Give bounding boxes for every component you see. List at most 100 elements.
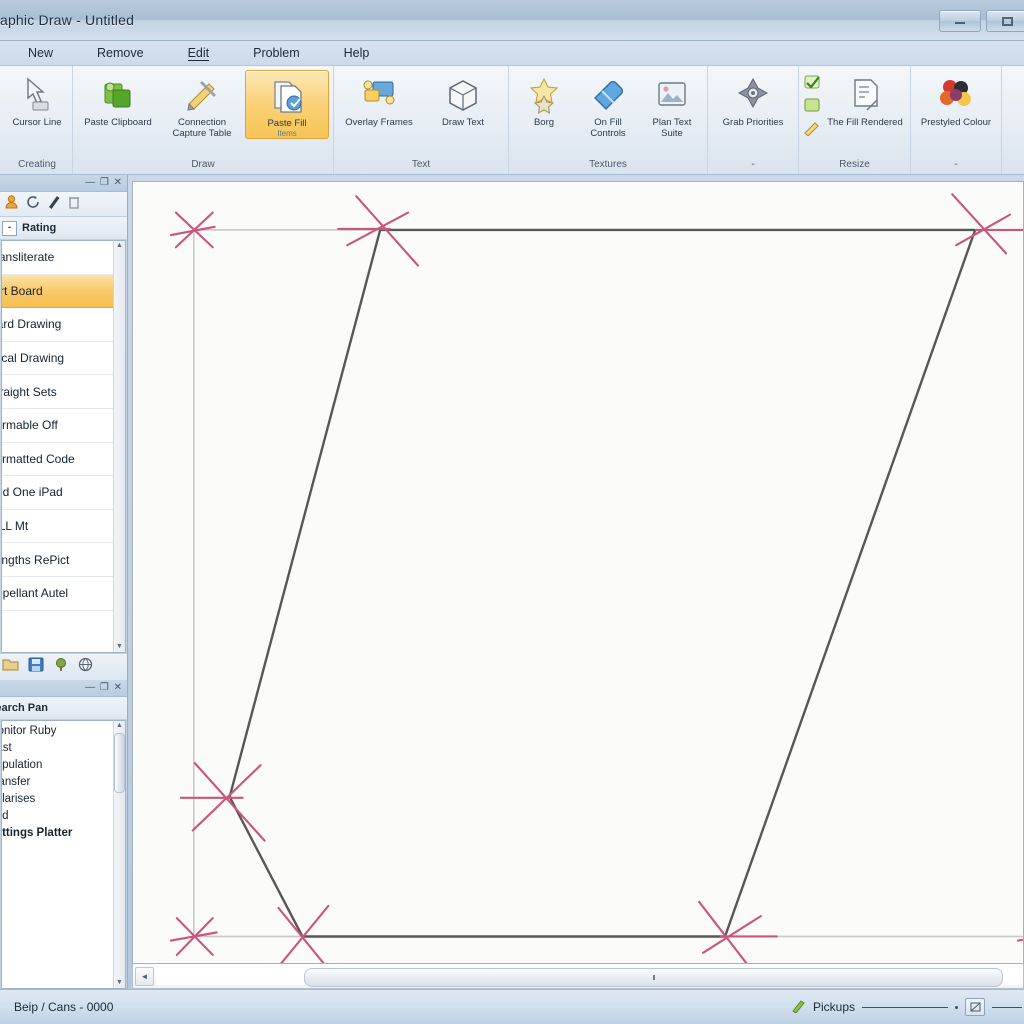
maximize-button[interactable]: [986, 10, 1024, 32]
tree-icon[interactable]: [53, 657, 69, 677]
ribbon-button-label: Paste Fill: [267, 118, 307, 129]
ribbon-button-overlay-frames[interactable]: Overlay Frames: [338, 70, 420, 128]
zoom-secondary-track[interactable]: [992, 1006, 1022, 1008]
list-item[interactable]: Formable Off: [2, 409, 125, 443]
ribbon-button-borg[interactable]: Borg: [513, 70, 575, 128]
zoom-slider-handle[interactable]: [955, 1005, 958, 1009]
user-orange-icon[interactable]: [4, 194, 19, 214]
geometry-polygon: [228, 228, 977, 938]
ribbon-group-textures: Borg On Fill Controls Plan Text Suite Te…: [509, 66, 708, 174]
ribbon-button-grab-priorities[interactable]: Grab Priorities: [712, 70, 794, 128]
pen-green-icon[interactable]: [791, 998, 806, 1016]
list-item[interactable]: Transfer: [2, 774, 125, 791]
scroll-down-arrow[interactable]: ▼: [116, 642, 123, 652]
ribbon-button-cursor-line[interactable]: Cursor Line: [6, 70, 68, 128]
minimize-button[interactable]: [939, 10, 981, 32]
properties-list[interactable]: Transliterate Girt Board Hard Drawing Lo…: [1, 240, 126, 653]
ribbon-group-label: Text: [411, 159, 431, 170]
list-item[interactable]: Local Drawing: [2, 342, 125, 376]
ribbon-group-label: Draw: [191, 159, 215, 170]
menu-item-remove[interactable]: Remove: [75, 44, 166, 62]
zoom-slider-track[interactable]: [862, 1006, 948, 1008]
delete-icon[interactable]: [68, 195, 80, 214]
drawing-canvas[interactable]: [132, 181, 1024, 964]
paste-icon: [99, 74, 137, 116]
ribbon-button-the-fill-rendered[interactable]: The Fill Rendered: [824, 70, 906, 128]
list-item-label: Formatted Code: [2, 451, 75, 466]
ribbon-button-component-preferences[interactable]: Component Preferences: [1006, 70, 1024, 139]
properties-panel-footer: [0, 652, 127, 680]
menu-item-problem[interactable]: Problem: [231, 44, 322, 62]
properties-panel-subbar: - Rating: [0, 217, 127, 240]
scroll-up-arrow[interactable]: ▲: [116, 241, 123, 251]
ribbon-button-paste-clipboard[interactable]: Paste Clipboard: [77, 70, 159, 128]
ribbon-group-label: [1006, 158, 1024, 173]
scroll-thumb[interactable]: [304, 967, 1003, 987]
menu-label: Problem: [253, 46, 300, 60]
ribbon-button-draw-text[interactable]: Draw Text: [422, 70, 504, 128]
menu-label: Edit: [187, 46, 210, 61]
list-item[interactable]: Transliterate: [2, 241, 125, 275]
properties-list-scrollbar[interactable]: ▲ ▼: [113, 241, 125, 652]
menu-label: New: [28, 46, 54, 60]
pencil-yellow-icon[interactable]: [803, 120, 822, 141]
document-copy-icon: [269, 75, 305, 117]
ribbon-group-label: Textures: [589, 159, 627, 170]
ribbon-group-component: Component Preferences: [1002, 66, 1024, 174]
list-item[interactable]: Add: [2, 808, 125, 825]
ribbon-button-label: Paste Clipboard: [84, 117, 152, 128]
canvas-horizontal-scrollbar[interactable]: ◄: [132, 964, 1024, 989]
ribbon-group-label: -: [751, 159, 755, 170]
list-item-label: Formable Off: [2, 418, 58, 433]
list-item[interactable]: Girt Board: [2, 274, 125, 309]
list-item[interactable]: Appellant Autel: [2, 577, 125, 611]
ribbon-group-label: -: [954, 159, 958, 170]
zoom-fit-button[interactable]: [965, 998, 985, 1016]
list-item[interactable]: Monitor Ruby: [2, 723, 125, 740]
list-item[interactable]: Formatted Code: [2, 443, 125, 477]
scroll-down-arrow[interactable]: ▼: [116, 978, 123, 988]
list-item[interactable]: Hard Drawing: [2, 308, 125, 342]
square-green-icon[interactable]: [803, 97, 822, 118]
menu-item-edit[interactable]: Edit: [166, 44, 232, 62]
list-item[interactable]: Polarises: [2, 791, 125, 808]
menu-bar: New Remove Edit Problem Help: [0, 41, 1024, 66]
ribbon-button-label: Draw Text: [441, 117, 485, 128]
ribbon-button-connection-capture-table[interactable]: Connection Capture Table: [161, 70, 243, 139]
panel-caption-buttons[interactable]: — ❐ ✕: [85, 682, 123, 693]
scroll-up-arrow[interactable]: ▲: [116, 721, 123, 731]
menu-label: Help: [343, 46, 370, 60]
menu-item-new[interactable]: New: [6, 44, 75, 62]
save-blue-icon[interactable]: [28, 657, 44, 677]
list-item[interactable]: Straight Sets: [2, 375, 125, 409]
scroll-thumb[interactable]: [114, 732, 125, 793]
drawing-svg: [169, 193, 1023, 963]
parameters-list-scrollbar[interactable]: ▲ ▼: [113, 720, 125, 989]
ribbon-button-label: Borg: [533, 117, 555, 128]
snap-marker: [951, 193, 1023, 255]
ribbon-button-plan-text-suite[interactable]: Plan Text Suite: [641, 70, 703, 139]
pointer-icon: [20, 74, 54, 116]
scroll-left-arrow[interactable]: ◄: [135, 966, 154, 986]
scroll-track[interactable]: [156, 967, 1023, 987]
collapse-toggle[interactable]: -: [2, 220, 17, 236]
panel-caption-buttons[interactable]: — ❐ ✕: [85, 178, 123, 188]
ribbon-button-label: Grab Priorities: [722, 117, 784, 128]
list-item[interactable]: Settings Platter: [2, 825, 125, 842]
globe-icon[interactable]: [78, 657, 93, 677]
ribbon-button-on-fill-controls[interactable]: On Fill Controls: [577, 70, 639, 139]
list-item[interactable]: Lengths RePict: [2, 543, 125, 577]
list-item[interactable]: Cast: [2, 740, 125, 757]
refresh-icon[interactable]: [26, 195, 40, 214]
list-item[interactable]: Add One iPad: [2, 476, 125, 510]
folder-icon[interactable]: [2, 657, 19, 677]
list-item[interactable]: Population: [2, 757, 125, 774]
edit-green-icon[interactable]: [803, 74, 822, 95]
list-item[interactable]: FILL Mt: [2, 510, 125, 544]
pen-icon[interactable]: [47, 194, 61, 214]
parameters-list[interactable]: Monitor Ruby Cast Population Transfer Po…: [1, 719, 126, 990]
ribbon-group-priorities: Grab Priorities -: [708, 66, 799, 174]
menu-item-help[interactable]: Help: [322, 44, 392, 62]
ribbon-button-paste-fill[interactable]: Paste Fill Items: [245, 70, 329, 139]
ribbon-button-prestyled-colour[interactable]: Prestyled Colour: [915, 70, 997, 128]
